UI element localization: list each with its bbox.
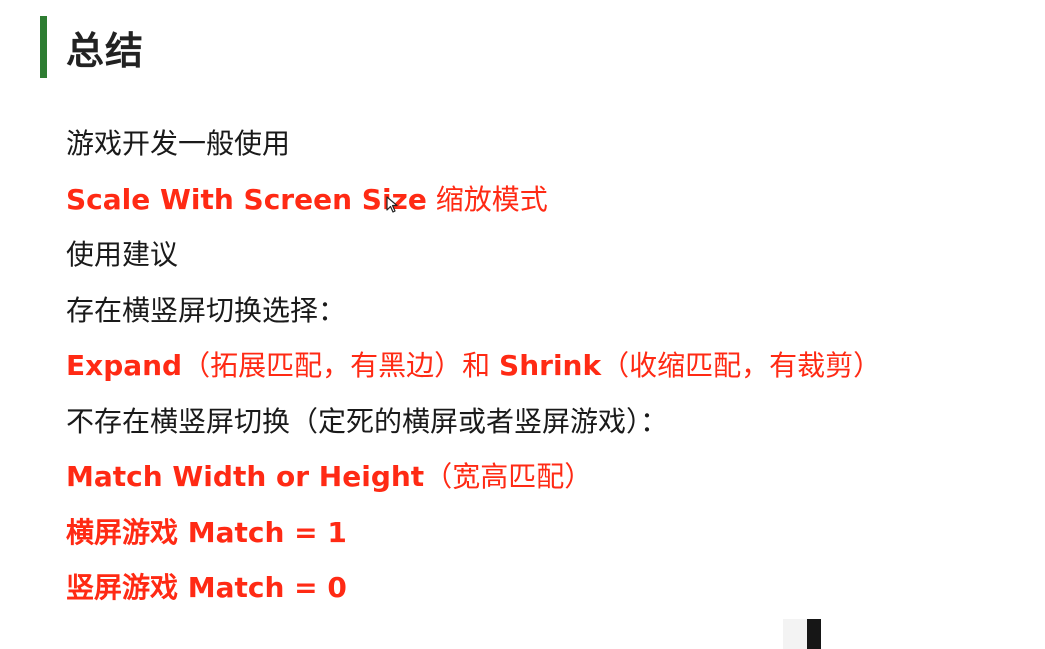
expand-shrink-line: Expand（拓展匹配，有黑边）和 Shrink（收缩匹配，有裁剪） [66,338,1026,394]
slide-title: 总结 [66,29,145,73]
recommended-mode-suffix: 缩放模式 [435,182,548,216]
recommended-mode-name: Scale With Screen Size [66,182,427,216]
title-accent-bar [40,16,47,78]
scrollbar-thumb [807,619,821,649]
match-mode-description: （宽高匹配） [424,460,593,493]
match-mode-line: Match Width or Height（宽高匹配） [66,449,1026,505]
shrink-description: （收缩匹配，有裁剪） [601,349,882,382]
advice-heading: 使用建议 [66,238,179,271]
expand-label: Expand [66,349,183,382]
landscape-match-line: 横屏游戏 Match = 1 [66,515,347,549]
expand-description: （拓展匹配，有黑边）和 [182,349,491,382]
scrollbar-fragment [783,619,821,649]
mouse-pointer-icon [386,196,398,213]
recommended-mode-line: Scale With Screen Size 缩放模式 [66,172,1026,228]
shrink-label: Shrink [499,349,602,382]
orientation-switch-heading: 存在横竖屏切换选择： [66,293,347,327]
fixed-orientation-heading: 不存在横竖屏切换（定死的横屏或者竖屏游戏）： [66,404,669,438]
slide-content: 游戏开发一般使用 Scale With Screen Size 缩放模式 使用建… [66,116,1026,616]
match-mode-name: Match Width or Height [66,460,425,493]
portrait-match-line: 竖屏游戏 Match = 0 [66,571,347,604]
intro-line: 游戏开发一般使用 [66,127,291,160]
